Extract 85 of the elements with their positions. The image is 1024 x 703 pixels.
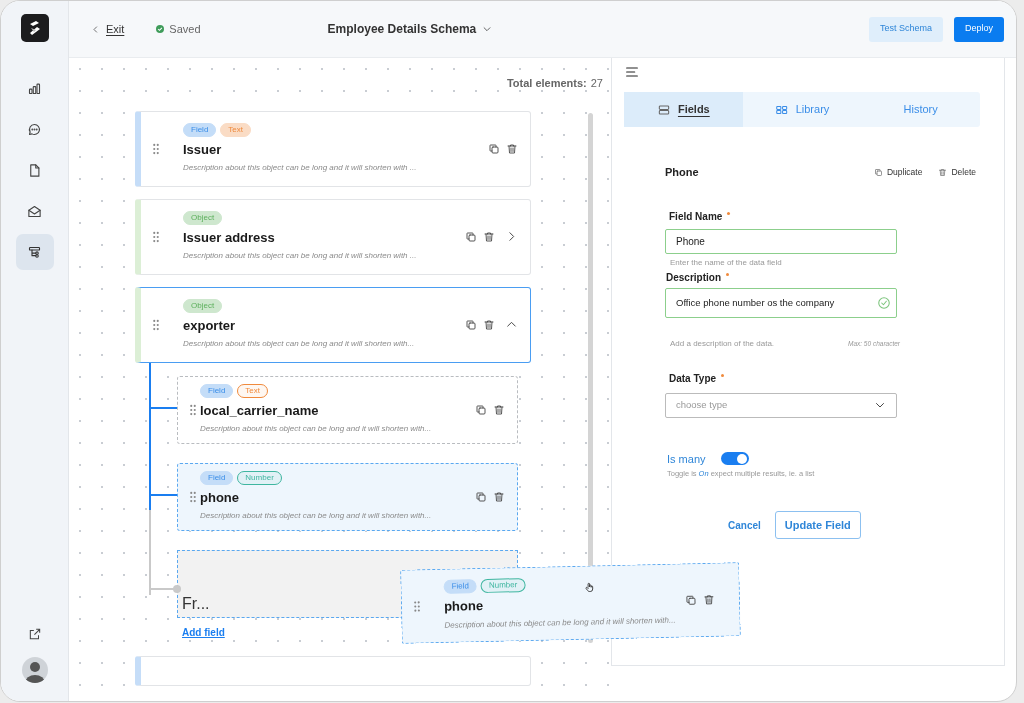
copy-icon[interactable] (684, 594, 698, 607)
element-card[interactable]: Field Text local_carrier_name Description about this object can be long and it will shorten with... (177, 375, 518, 444)
check-circle-icon (877, 295, 891, 310)
tag: Number (480, 578, 526, 594)
total-label: Total elements: (506, 76, 587, 91)
required-marker (726, 273, 729, 276)
external-link-icon[interactable] (27, 627, 42, 641)
tag: Field (443, 579, 478, 595)
menu-icon[interactable] (624, 64, 640, 80)
required-marker (727, 212, 731, 215)
trash-icon[interactable] (483, 318, 495, 331)
avatar[interactable] (21, 657, 48, 683)
element-card[interactable]: Field Number phone Description about this object can be long and it will shorten with... (177, 462, 518, 531)
element-title: phone (443, 597, 485, 617)
trash-icon[interactable] (493, 490, 505, 503)
tab[interactable]: Fields (624, 92, 743, 127)
schema-title-dropdown[interactable]: Employee Details Schema (327, 20, 493, 38)
add-field-link[interactable]: Add field (182, 624, 225, 640)
envelope-icon (27, 203, 42, 219)
tag: Text (220, 122, 251, 137)
trash-icon (938, 167, 948, 177)
trash-icon[interactable] (493, 403, 505, 416)
tag: Field (200, 383, 234, 398)
placeholder-title: Fr... (182, 593, 210, 614)
field-hint: Add a description of the data. (670, 337, 775, 350)
element-description: Description about this object can be long and it will shorten with ... (183, 162, 418, 175)
tag: Object (183, 210, 223, 225)
element-card[interactable]: Object Issuer address Description about this object can be long and it will shorten with ... (135, 198, 531, 275)
element-title: local_carrier_name (200, 401, 320, 420)
copy-icon[interactable] (475, 403, 487, 416)
field-title: Phone (665, 165, 700, 180)
saved-status: Saved (169, 21, 201, 37)
update-field-button[interactable]: Update Field (774, 511, 861, 540)
back-caret-icon (91, 24, 100, 34)
field-hint: Enter the name of the data field (670, 256, 783, 269)
tag: Field (200, 470, 234, 485)
copy-icon[interactable] (488, 142, 500, 155)
trash-icon[interactable] (506, 142, 518, 155)
element-card[interactable]: Object exporter Description about this object can be long and it will shorten with... (135, 286, 531, 363)
description-input[interactable]: Office phone number os the company (665, 287, 897, 318)
field-label: Field Name (669, 209, 723, 224)
copy-icon[interactable] (475, 490, 487, 503)
cancel-button[interactable]: Cancel (728, 517, 761, 533)
hierarchy-icon (27, 244, 42, 260)
select-placeholder: choose type (676, 397, 729, 412)
hand-cursor-icon (583, 581, 596, 594)
element-description: Description about this object can be long and it will shorten with... (444, 614, 677, 632)
tag: Text (237, 383, 268, 398)
toggle-label: Is many (667, 451, 706, 467)
duplicate-button[interactable]: Duplicate (874, 165, 923, 179)
rows-icon (656, 102, 671, 117)
total-value: 27 (590, 76, 603, 91)
trash-icon[interactable] (483, 230, 495, 243)
caret-icon (482, 24, 493, 34)
tag: Number (237, 470, 282, 485)
deploy-button[interactable]: Deploy (954, 16, 1004, 42)
document-icon (27, 162, 42, 178)
element-title: exporter (183, 316, 237, 335)
bar-chart-icon (27, 80, 42, 96)
field-label: Data Type (669, 371, 717, 386)
field-label: Description (666, 270, 721, 285)
field-name-input[interactable]: Phone (665, 228, 897, 254)
exit-link[interactable]: Exit (91, 20, 125, 38)
dragged-card[interactable]: Field Number phone Description about this object can be long and it will shorten with... (400, 562, 741, 644)
toggle-switch[interactable] (720, 452, 749, 466)
element-description: Description about this object can be long and it will shorten with... (200, 423, 433, 436)
element-description: Description about this object can be long and it will shorten with ... (183, 250, 418, 263)
copy-icon[interactable] (465, 230, 477, 243)
tag: Field (183, 122, 217, 137)
element-title: phone (200, 488, 240, 507)
element-title: Issuer address (183, 228, 276, 247)
element-card[interactable]: Field Text Issuer Description about this object can be long and it will shorten with ... (135, 110, 531, 187)
saved-check-icon (156, 25, 165, 33)
required-marker (721, 374, 725, 377)
sidebar-item[interactable] (15, 234, 54, 270)
element-description: Description about this object can be long and it will shorten with... (183, 338, 416, 351)
app-logo[interactable] (20, 14, 49, 42)
copy-icon[interactable] (465, 318, 477, 331)
copy-icon (874, 167, 883, 177)
delete-button[interactable]: Delete (938, 165, 976, 179)
tag: Object (183, 298, 223, 313)
trash-icon[interactable] (702, 593, 716, 606)
chat-bubble-icon (27, 121, 42, 137)
element-title: Issuer (183, 140, 223, 159)
element-description: Description about this object can be long and it will shorten with... (200, 510, 433, 523)
